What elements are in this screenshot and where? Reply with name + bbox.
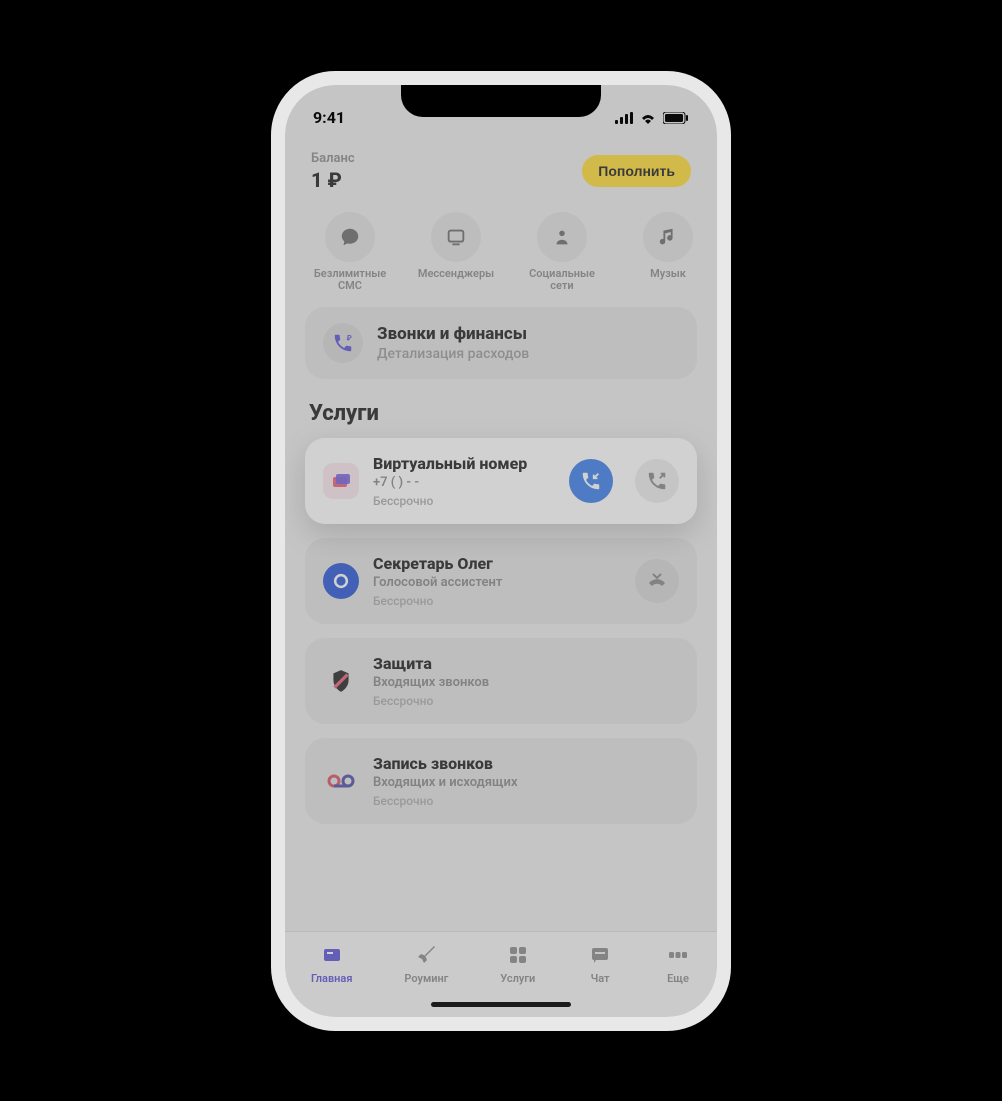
plane-icon: [413, 942, 439, 968]
phone-frame: 9:41 Баланс 1 ₽ Пополнить: [271, 71, 731, 1031]
balance-value: 1 ₽: [311, 168, 355, 192]
chip-label: Безлимитные СМС: [307, 268, 393, 293]
chat-tab-icon: [587, 942, 613, 968]
chip-sms[interactable]: Безлимитные СМС: [307, 212, 393, 293]
chip-music[interactable]: Музык: [625, 212, 697, 293]
chip-label: Социальные сети: [519, 268, 605, 293]
service-subtitle: Голосовой ассистент: [373, 575, 621, 590]
service-protection[interactable]: Защита Входящих звонков Бессрочно: [305, 638, 697, 724]
tab-home[interactable]: Главная: [311, 942, 353, 985]
chip-social[interactable]: Социальные сети: [519, 212, 605, 293]
topup-button[interactable]: Пополнить: [582, 155, 691, 187]
tab-chat[interactable]: Чат: [587, 942, 613, 985]
service-call-recording[interactable]: Запись звонков Входящих и исходящих Бесс…: [305, 738, 697, 824]
messenger-icon: [445, 226, 467, 248]
more-icon: [665, 942, 691, 968]
service-subtitle: Входящих и исходящих: [373, 775, 679, 790]
balance-block[interactable]: Баланс 1 ₽: [311, 151, 355, 192]
category-chips[interactable]: Безлимитные СМС Мессенджеры Социальные с…: [305, 206, 697, 307]
banner-title: Звонки и финансы: [377, 324, 529, 344]
tab-label: Еще: [667, 972, 689, 985]
home-icon: [319, 942, 345, 968]
service-virtual-number[interactable]: Виртуальный номер +7 ( ) - - Бессрочно: [305, 438, 697, 524]
cards-icon: [323, 463, 359, 499]
tab-more[interactable]: Еще: [665, 942, 691, 985]
call-incoming-button[interactable]: [569, 459, 613, 503]
shield-block-icon: [323, 663, 359, 699]
tab-label: Главная: [311, 972, 353, 985]
status-indicators: [615, 112, 689, 124]
phone-ruble-icon: ₽: [323, 323, 363, 363]
service-footer: Бессрочно: [373, 494, 555, 508]
tab-label: Роуминг: [404, 972, 448, 985]
section-title: Услуги: [305, 397, 697, 438]
chip-messengers[interactable]: Мессенджеры: [413, 212, 499, 293]
service-footer: Бессрочно: [373, 794, 679, 808]
banner-subtitle: Детализация расходов: [377, 346, 529, 362]
service-secretary[interactable]: Секретарь Олег Голосовой ассистент Бесср…: [305, 538, 697, 624]
service-title: Секретарь Олег: [373, 554, 621, 573]
service-title: Виртуальный номер: [373, 454, 555, 473]
notch: [401, 85, 601, 117]
balance-row: Баланс 1 ₽ Пополнить: [305, 145, 697, 206]
screen: 9:41 Баланс 1 ₽ Пополнить: [285, 85, 717, 1017]
service-footer: Бессрочно: [373, 594, 621, 608]
social-icon: [551, 226, 573, 248]
status-time: 9:41: [313, 108, 345, 127]
music-icon: [657, 226, 679, 248]
calls-finance-banner[interactable]: ₽ Звонки и финансы Детализация расходов: [305, 307, 697, 379]
signal-icon: [615, 112, 633, 124]
letter-o-icon: [323, 563, 359, 599]
missed-call-icon[interactable]: [635, 559, 679, 603]
service-subtitle: Входящих звонков: [373, 675, 679, 690]
chip-label: Музык: [650, 268, 686, 281]
service-title: Защита: [373, 654, 679, 673]
service-footer: Бессрочно: [373, 694, 679, 708]
wifi-icon: [639, 112, 657, 124]
call-outgoing-button[interactable]: [635, 459, 679, 503]
tab-label: Чат: [591, 972, 610, 985]
voicemail-icon: [323, 763, 359, 799]
chip-label: Мессенджеры: [418, 268, 494, 281]
home-indicator[interactable]: [431, 1002, 571, 1007]
tab-roaming[interactable]: Роуминг: [404, 942, 448, 985]
svg-text:₽: ₽: [347, 333, 352, 342]
service-subtitle: +7 ( ) - -: [373, 475, 555, 490]
tab-label: Услуги: [500, 972, 535, 985]
service-title: Запись звонков: [373, 754, 679, 773]
battery-icon: [663, 112, 689, 124]
tab-services[interactable]: Услуги: [500, 942, 535, 985]
balance-label: Баланс: [311, 151, 355, 166]
chat-icon: [339, 226, 361, 248]
grid-icon: [505, 942, 531, 968]
